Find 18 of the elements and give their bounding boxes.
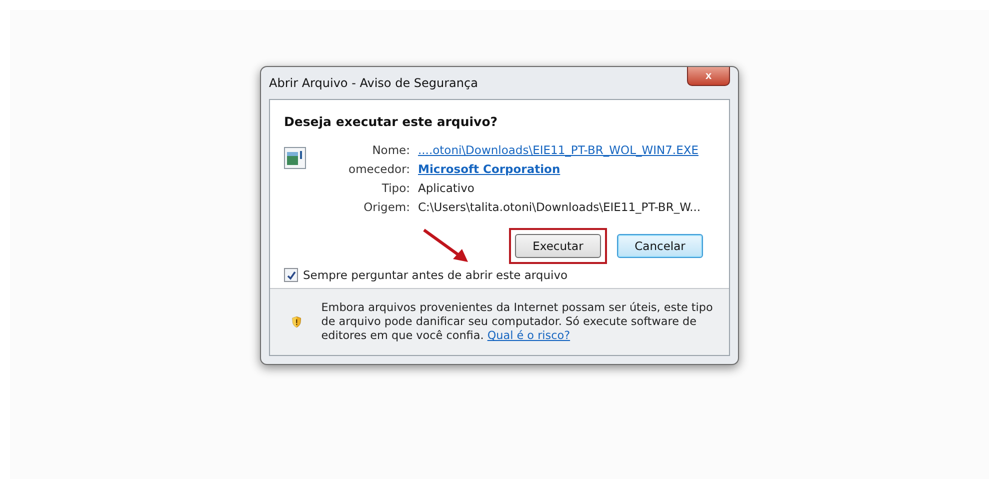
question-heading: Deseja executar este arquivo? [284, 114, 499, 129]
dialog-button[interactable]: Executar [515, 234, 601, 258]
window-title: Abrir Arquivo - Aviso de Segurança [269, 76, 478, 90]
checkbox-label: Sempre perguntar antes de abrir este arquivo [303, 268, 568, 282]
publisher-link[interactable]: Microsoft Corporation [418, 162, 560, 176]
field-label: Origem: [362, 200, 410, 214]
field-value: Aplicativo [418, 181, 474, 195]
close-button[interactable]: x [687, 67, 730, 86]
checkbox[interactable] [284, 268, 298, 282]
dialog-button[interactable]: Cancelar [617, 234, 703, 258]
warning-message: Embora arquivos provenientes da Internet possam ser úteis, este tipo de arquivo pode danificar seu computador. Só execute software de editores em que você confia. Qual é o risco? [321, 301, 714, 343]
field-label: omecedor: [348, 162, 410, 176]
field-value: C:\Users\talita.otoni\Downloads\EIE11_PT-BR_W... [418, 200, 701, 214]
field-label: Nome: [371, 143, 410, 157]
field-label: Tipo: [380, 181, 410, 195]
file-name-link[interactable]: ....otoni\Downloads\EIE11_PT-BR_WOL_WIN7.EXE [418, 143, 698, 157]
risk-link[interactable]: Qual é o risco? [487, 329, 570, 342]
application-file-icon [284, 147, 306, 169]
